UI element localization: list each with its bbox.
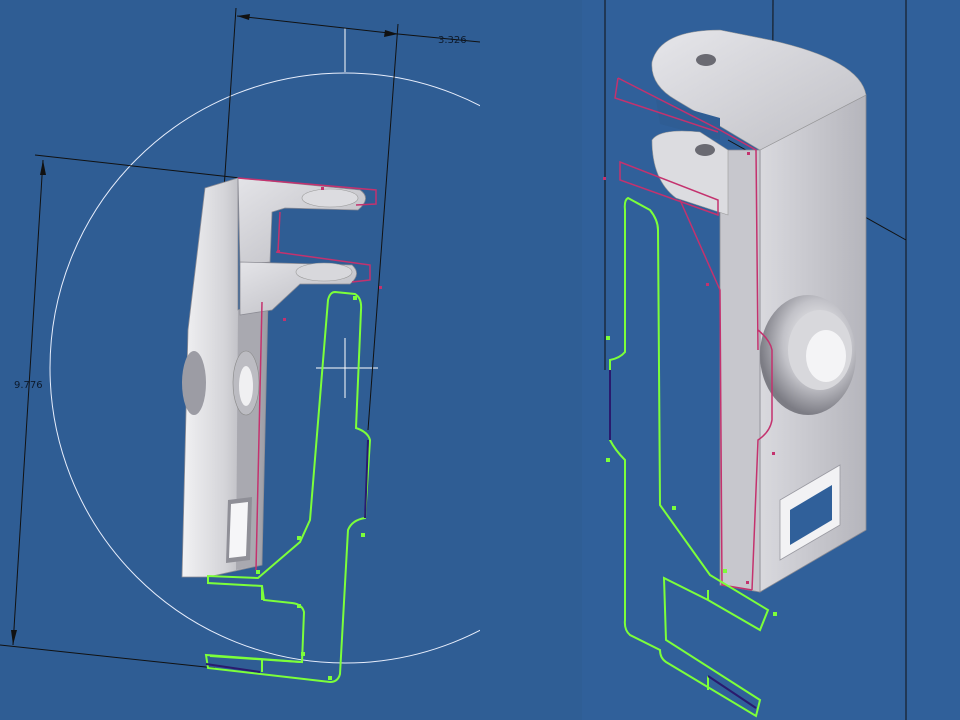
left-viewport-canvas[interactable]: 3.326 9.776 xyxy=(0,0,480,720)
dimension-vertical-value: 9.776 xyxy=(14,380,43,391)
viewport-divider xyxy=(480,0,582,720)
sketch-points-left xyxy=(256,296,365,680)
bracket-part-right[interactable] xyxy=(651,29,867,593)
dimension-horizontal-value: 3.326 xyxy=(438,35,467,46)
right-viewport-canvas[interactable] xyxy=(582,0,960,720)
cad-workspace: 3.326 9.776 xyxy=(0,0,960,720)
right-graphics-viewport[interactable] xyxy=(582,0,960,720)
bracket-part-left[interactable] xyxy=(181,177,366,578)
left-graphics-viewport[interactable]: 3.326 9.776 xyxy=(0,0,480,720)
